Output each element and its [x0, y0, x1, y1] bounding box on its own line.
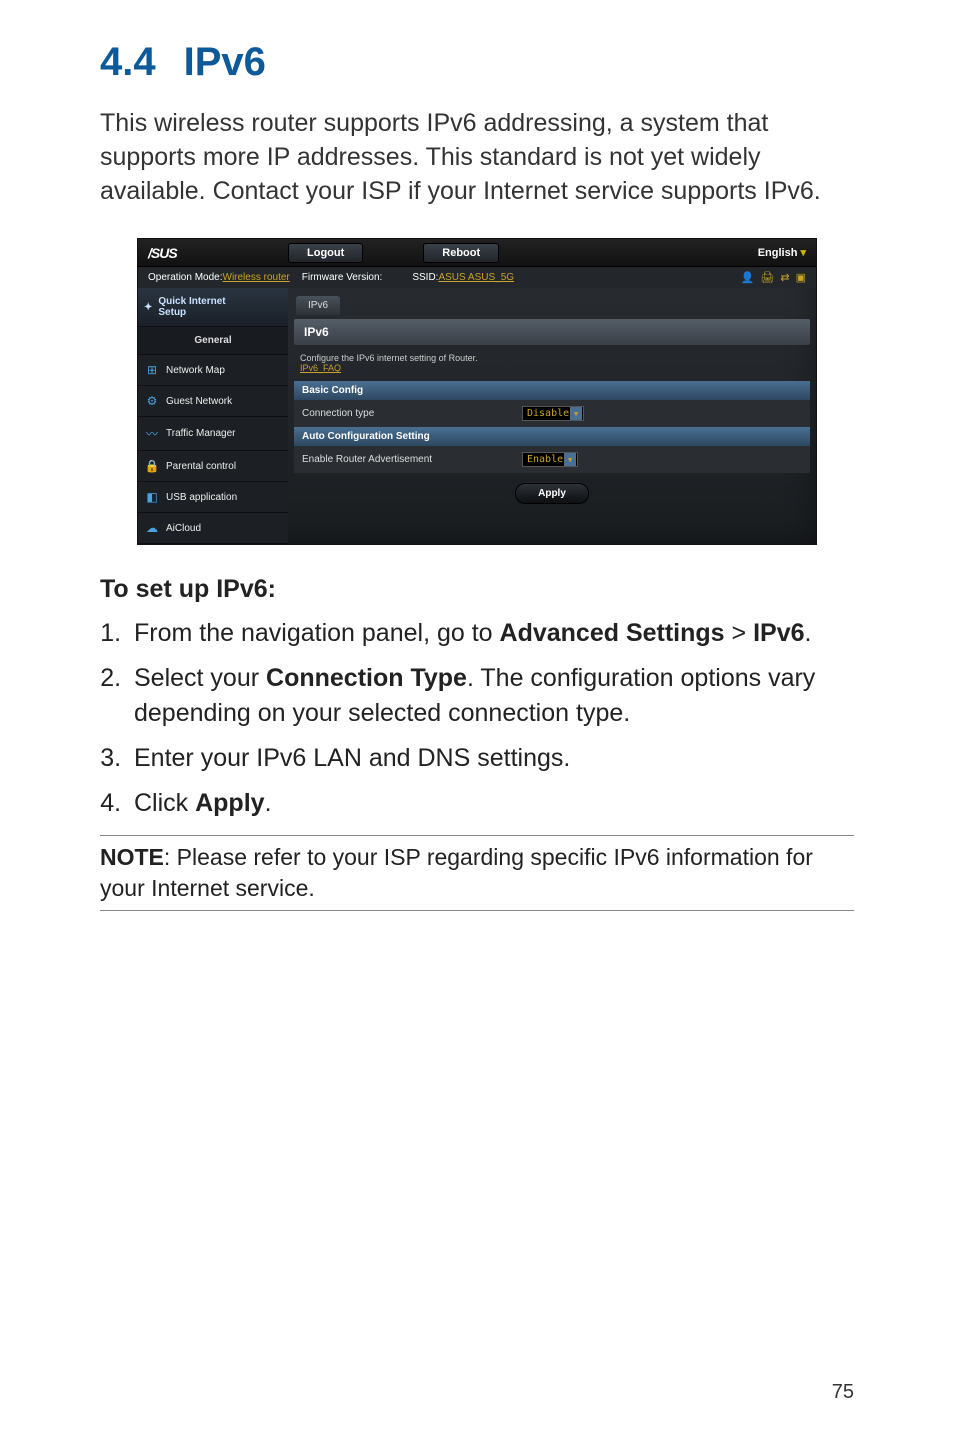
opmode-value[interactable]: Wireless router	[223, 272, 290, 283]
note-text: : Please refer to your ISP regarding spe…	[100, 844, 813, 901]
disk-icon[interactable]: 🖨	[760, 271, 774, 284]
sidebar-item-traffic-manager[interactable]: 〰 Traffic Manager	[138, 417, 288, 451]
sidebar-item-label: AiCloud	[166, 523, 201, 534]
router-adv-label: Enable Router Advertisement	[302, 454, 522, 465]
fwver-label: Firmware Version:	[302, 272, 383, 283]
reboot-button[interactable]: Reboot	[423, 243, 499, 263]
sidebar-item-label: Network Map	[166, 365, 225, 376]
sidebar: ✦ Quick Internet Setup General ⊞ Network…	[138, 288, 288, 544]
quick-internet-setup[interactable]: ✦ Quick Internet Setup	[138, 288, 288, 327]
tab-ipv6[interactable]: IPv6	[296, 296, 340, 315]
brand-logo: /SUS	[138, 245, 228, 261]
connection-type-label: Connection type	[302, 408, 522, 419]
usb-icon[interactable]: ⇄	[780, 271, 789, 284]
basic-config-header: Basic Config	[294, 381, 810, 400]
logout-button[interactable]: Logout	[288, 243, 363, 263]
chevron-down-icon: ▼	[570, 407, 582, 420]
general-header: General	[138, 327, 288, 355]
router-adv-select[interactable]: Enable ▼	[522, 452, 578, 467]
section-heading: 4.4 IPv6	[100, 40, 854, 85]
heading-number: 4.4	[100, 40, 156, 84]
network-icon: ⊞	[144, 363, 160, 377]
step-3: Enter your IPv6 LAN and DNS settings.	[128, 741, 854, 776]
opmode-label: Operation Mode:	[148, 272, 223, 283]
step-2: Select your Connection Type. The configu…	[128, 661, 854, 731]
guest-icon: ⚙	[144, 394, 160, 408]
sidebar-item-guest-network[interactable]: ⚙ Guest Network	[138, 386, 288, 417]
apply-wrap: Apply	[288, 473, 816, 511]
panel-subtitle: Configure the IPv6 internet setting of R…	[288, 345, 816, 381]
language-selector[interactable]: English	[758, 246, 806, 259]
tab-row: IPv6	[288, 288, 816, 315]
bold-ipv6: IPv6	[753, 619, 804, 647]
apply-button[interactable]: Apply	[515, 483, 589, 504]
auto-config-header: Auto Configuration Setting	[294, 427, 810, 446]
router-adv-row: Enable Router Advertisement Enable ▼	[294, 446, 810, 473]
faq-link[interactable]: IPv6_FAQ	[300, 363, 341, 373]
connection-type-select[interactable]: Disable ▼	[522, 406, 584, 421]
cloud-icon: ☁	[144, 521, 160, 535]
ssid-value[interactable]: ASUS ASUS_5G	[438, 272, 514, 283]
heading-title: IPv6	[184, 40, 266, 84]
sidebar-item-parental-control[interactable]: 🔒 Parental control	[138, 451, 288, 482]
usb-icon: ◧	[144, 490, 160, 504]
body-area: ✦ Quick Internet Setup General ⊞ Network…	[138, 288, 816, 544]
note-box: NOTE: Please refer to your ISP regarding…	[100, 835, 854, 911]
panel-title: IPv6	[294, 319, 810, 345]
chevron-down-icon: ▼	[564, 453, 576, 466]
intro-paragraph: This wireless router supports IPv6 addre…	[100, 107, 854, 208]
sidebar-item-label: Guest Network	[166, 396, 232, 407]
page-number: 75	[832, 1381, 854, 1404]
sidebar-item-usb-application[interactable]: ◧ USB application	[138, 482, 288, 513]
user-icon[interactable]: 👤	[741, 271, 755, 284]
top-bar: /SUS Logout Reboot English	[138, 239, 816, 267]
bold-advanced-settings: Advanced Settings	[500, 619, 725, 647]
qis-line2: Setup	[158, 307, 225, 318]
select-value: Enable	[527, 454, 563, 465]
step-1: From the navigation panel, go to Advance…	[128, 616, 854, 651]
main-panel: IPv6 IPv6 Configure the IPv6 internet se…	[288, 288, 816, 544]
sidebar-item-network-map[interactable]: ⊞ Network Map	[138, 355, 288, 386]
sidebar-item-label: Traffic Manager	[166, 428, 235, 439]
bold-apply: Apply	[195, 789, 264, 817]
info-bar: Operation Mode: Wireless router Firmware…	[138, 267, 816, 288]
status-icons: 👤 🖨 ⇄ ▣	[741, 271, 806, 284]
qis-line1: Quick Internet	[158, 296, 225, 307]
traffic-icon: 〰	[144, 425, 160, 442]
steps-list: From the navigation panel, go to Advance…	[100, 616, 854, 821]
connection-type-row: Connection type Disable ▼	[294, 400, 810, 427]
wand-icon: ✦	[144, 302, 152, 313]
bold-connection-type: Connection Type	[266, 664, 467, 692]
select-value: Disable	[527, 408, 569, 419]
device-icon[interactable]: ▣	[796, 271, 806, 284]
ssid-label: SSID:	[412, 272, 438, 283]
sidebar-item-label: USB application	[166, 492, 237, 503]
step-4: Click Apply.	[128, 786, 854, 821]
sidebar-item-aicloud[interactable]: ☁ AiCloud	[138, 513, 288, 544]
panel-sub-text: Configure the IPv6 internet setting of R…	[300, 353, 478, 363]
note-label: NOTE	[100, 844, 164, 870]
router-ui-screenshot: /SUS Logout Reboot English Operation Mod…	[137, 238, 817, 545]
sidebar-item-label: Parental control	[166, 461, 236, 472]
steps-heading: To set up IPv6:	[100, 575, 854, 604]
lock-icon: 🔒	[144, 459, 160, 473]
